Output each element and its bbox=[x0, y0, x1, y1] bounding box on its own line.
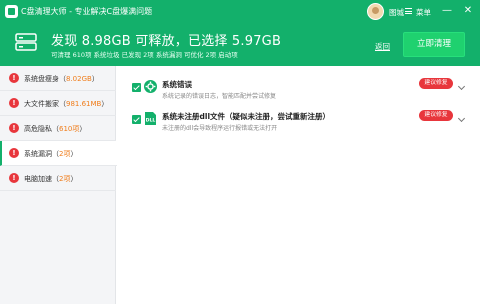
minimize-button[interactable]: — bbox=[441, 5, 453, 17]
alert-icon: ! bbox=[9, 73, 19, 83]
app-title: C盘清理大师 - 专业解决C盘爆满问题 bbox=[21, 7, 153, 16]
sidebar-item-label: 系统盘瘦身（8.02GB） bbox=[24, 75, 99, 83]
gear-icon bbox=[144, 80, 157, 93]
header-banner: C盘清理大师 - 专业解决C盘爆满问题 图城 菜单 — ✕ 发现 8.98GB … bbox=[0, 0, 480, 66]
dll-icon-text: DLL bbox=[146, 118, 156, 124]
list-item[interactable]: 系统错误 系统记录的错误日志，智能匹配并尝试修复 建议修复 bbox=[117, 72, 480, 106]
sidebar-item-label: 电脑加速（2项） bbox=[24, 175, 78, 183]
back-link[interactable]: 返回 bbox=[375, 41, 390, 52]
clean-now-button[interactable]: 立即清理 bbox=[403, 32, 465, 57]
issue-checkbox[interactable] bbox=[132, 115, 141, 124]
sidebar-item-label: 大文件搬家（981.61MB） bbox=[24, 100, 109, 108]
category-sidebar: ! 系统盘瘦身（8.02GB） ! 大文件搬家（981.61MB） ! 高危隐私… bbox=[0, 66, 117, 304]
alert-icon: ! bbox=[9, 98, 19, 108]
dll-icon: DLL bbox=[145, 112, 156, 125]
sidebar-item-privacy[interactable]: ! 高危隐私（610项） bbox=[0, 116, 116, 141]
sidebar-item-label: 系统漏洞（2项） bbox=[24, 150, 78, 158]
sidebar-item-vulnerabilities[interactable]: ! 系统漏洞（2项） bbox=[0, 141, 117, 166]
sidebar-item-label: 高危隐私（610项） bbox=[24, 125, 87, 133]
chevron-down-icon[interactable] bbox=[457, 114, 466, 123]
list-item[interactable]: DLL 系统未注册dll文件（疑似未注册，尝试重新注册） 未注册的dll会导致程… bbox=[117, 104, 480, 138]
issue-description: 未注册的dll会导致程序运行报错或无法打开 bbox=[162, 125, 278, 132]
alert-icon: ! bbox=[9, 173, 19, 183]
issue-description: 系统记录的错误日志，智能匹配并尝试修复 bbox=[162, 93, 277, 100]
scan-result-headline: 发现 8.98GB 可释放，已选择 5.97GB bbox=[51, 34, 282, 49]
sidebar-item-large-files[interactable]: ! 大文件搬家（981.61MB） bbox=[0, 91, 116, 116]
issue-title: 系统未注册dll文件（疑似未注册，尝试重新注册） bbox=[162, 112, 331, 121]
title-bar: C盘清理大师 - 专业解决C盘爆满问题 图城 菜单 — ✕ bbox=[0, 0, 480, 24]
close-button[interactable]: ✕ bbox=[462, 5, 474, 17]
sidebar-item-system-slim[interactable]: ! 系统盘瘦身（8.02GB） bbox=[0, 66, 116, 91]
app-logo-icon bbox=[5, 5, 18, 18]
repair-suggested-badge: 建议修复 bbox=[419, 78, 453, 89]
sidebar-item-speedup[interactable]: ! 电脑加速（2项） bbox=[0, 166, 116, 191]
alert-icon: ! bbox=[9, 148, 19, 158]
repair-suggested-badge: 建议修复 bbox=[419, 110, 453, 121]
disk-drive-icon bbox=[15, 33, 37, 51]
avatar[interactable] bbox=[367, 3, 384, 20]
chevron-down-icon[interactable] bbox=[457, 82, 466, 91]
issue-list: 系统错误 系统记录的错误日志，智能匹配并尝试修复 建议修复 DLL 系统未注册d… bbox=[117, 66, 480, 304]
menu-icon[interactable] bbox=[405, 8, 412, 14]
issue-title: 系统错误 bbox=[162, 80, 192, 89]
alert-icon: ! bbox=[9, 123, 19, 133]
issue-checkbox[interactable] bbox=[132, 83, 141, 92]
menu-button[interactable]: 菜单 bbox=[416, 7, 431, 18]
username[interactable]: 图城 bbox=[389, 7, 404, 18]
scan-result-summary: 可清理 610项 系统垃圾 已发现 2项 系统漏洞 可优化 2项 启动项 bbox=[51, 51, 238, 59]
